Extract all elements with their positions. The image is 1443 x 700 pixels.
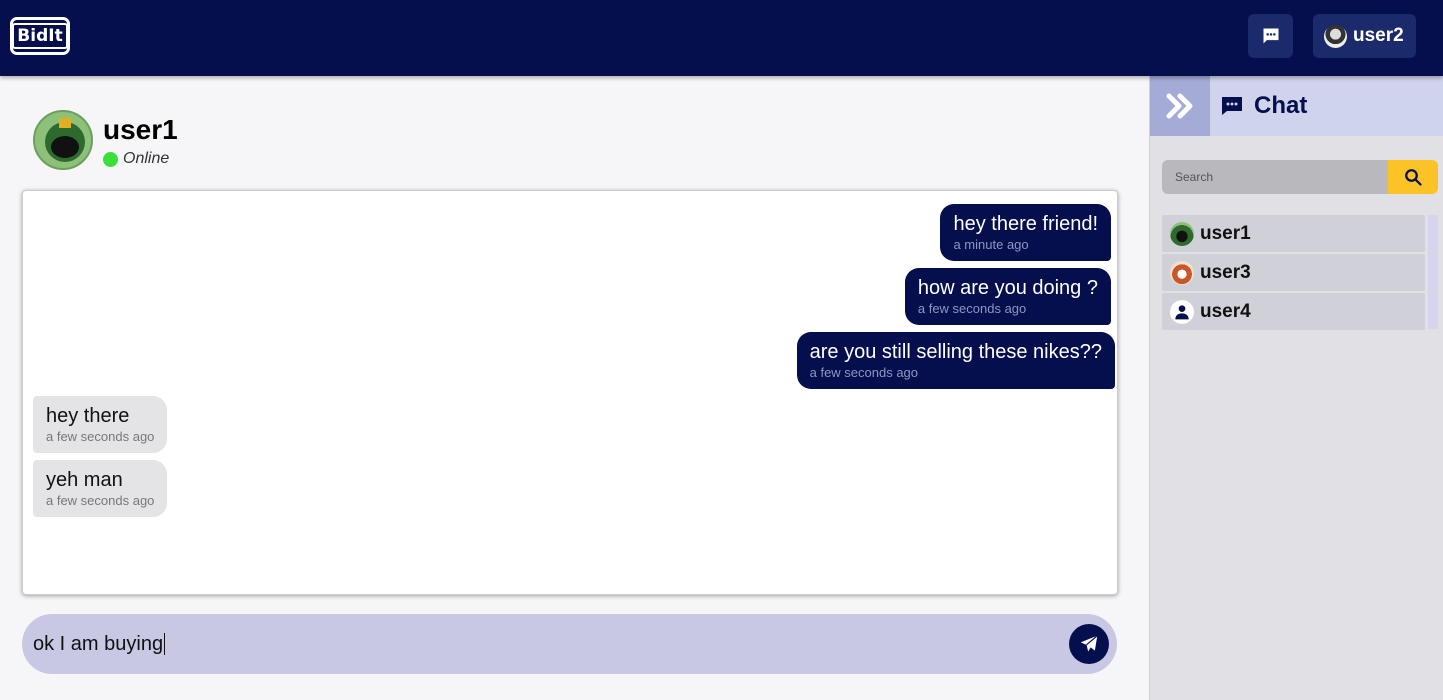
paper-plane-icon <box>1080 635 1098 652</box>
text-caret <box>164 633 166 655</box>
search-input[interactable] <box>1162 160 1388 194</box>
chat-bubble-icon <box>1263 28 1278 44</box>
conversation-name: user3 <box>1200 261 1251 283</box>
message-time: a few seconds ago <box>917 301 1027 316</box>
user-menu-button[interactable]: user2 <box>1313 14 1416 58</box>
message-time: a few seconds ago <box>809 365 919 380</box>
message-incoming: hey there a few seconds ago <box>33 396 168 453</box>
message-outgoing: how are you doing ? a few seconds ago <box>904 268 1111 325</box>
avatar <box>1170 299 1194 324</box>
search-button[interactable] <box>1388 160 1438 194</box>
avatar <box>1170 260 1194 285</box>
collapse-sidebar-button[interactable] <box>1150 76 1210 136</box>
top-navbar: BidIt user2 <box>0 0 1443 76</box>
message-time: a minute ago <box>953 237 1029 252</box>
contact-name: user1 <box>103 114 178 145</box>
sidebar-header: Chat <box>1150 76 1443 136</box>
chat-button[interactable] <box>1248 14 1293 58</box>
message-incoming: yeh man a few seconds ago <box>33 460 168 517</box>
sidebar-title: Chat <box>1220 76 1307 136</box>
brand-logo[interactable]: BidIt <box>10 17 70 55</box>
search-icon <box>1405 169 1422 186</box>
user-search <box>1162 160 1438 194</box>
scrollbar[interactable] <box>1428 215 1438 329</box>
avatar <box>1324 24 1347 48</box>
messages-panel: hey there friend! a minute ago how are y… <box>22 190 1118 595</box>
person-icon <box>1175 304 1189 319</box>
sidebar-title-text: Chat <box>1254 92 1308 119</box>
message-text: yeh man <box>46 469 123 491</box>
message-time: a few seconds ago <box>46 493 155 508</box>
status-text: Online <box>123 150 170 167</box>
conversation-name: user1 <box>1200 222 1251 244</box>
message-outgoing: hey there friend! a minute ago <box>940 204 1111 261</box>
message-text: hey there <box>46 405 130 427</box>
logo-text: BidIt <box>12 23 68 49</box>
send-button[interactable] <box>1069 624 1109 664</box>
chat-header: user1 Online <box>33 110 178 170</box>
conversation-list: user1 user3 user4 <box>1162 215 1438 332</box>
conversation-item-user1[interactable]: user1 <box>1162 215 1425 252</box>
conversation-item-user4[interactable]: user4 <box>1162 293 1425 330</box>
message-outgoing: are you still selling these nikes?? a fe… <box>796 332 1115 389</box>
message-text: how are you doing ? <box>917 277 1098 299</box>
message-text: are you still selling these nikes?? <box>809 341 1102 363</box>
double-chevron-right-icon <box>1166 93 1193 119</box>
message-input[interactable]: ok I am buying <box>22 614 1117 674</box>
current-user-name: user2 <box>1353 25 1404 46</box>
chat-bubble-icon <box>1222 97 1242 115</box>
conversation-item-user3[interactable]: user3 <box>1162 254 1425 291</box>
conversation-name: user4 <box>1200 300 1251 322</box>
avatar <box>1170 221 1194 246</box>
message-time: a few seconds ago <box>46 429 155 444</box>
presence-status: Online <box>103 150 178 168</box>
message-text: hey there friend! <box>953 213 1098 235</box>
contact-avatar <box>33 110 93 170</box>
message-input-value: ok I am buying <box>33 632 164 655</box>
chat-sidebar: Chat user1 user3 u <box>1149 76 1443 700</box>
online-indicator <box>103 151 118 167</box>
